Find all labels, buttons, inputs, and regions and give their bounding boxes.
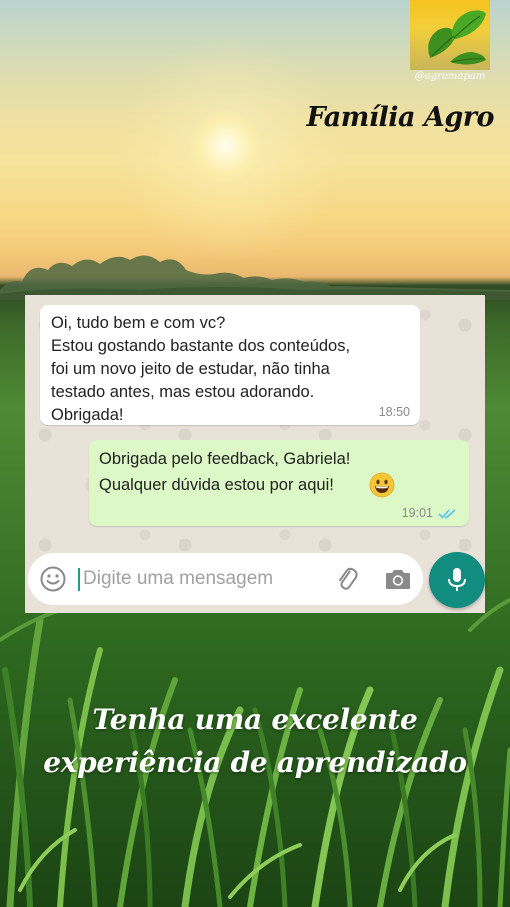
logo-handle: @agromapam: [414, 71, 486, 82]
outgoing-message: Obrigada pelo feedback, Gabriela! Qualqu…: [89, 440, 469, 526]
incoming-message-time: 18:50: [378, 405, 410, 419]
brand-title: Família Agro: [306, 102, 495, 133]
grinning-face-emoji-icon: [369, 472, 395, 498]
paperclip-icon[interactable]: [333, 565, 361, 593]
outgoing-message-meta: 19:01: [402, 506, 457, 520]
tagline: Tenha uma excelente experiência de apren…: [0, 698, 510, 784]
incoming-message: Oi, tudo bem e com vc? Estou gostando ba…: [40, 305, 420, 425]
double-check-icon: [438, 508, 456, 519]
text-caret: [78, 568, 80, 591]
incoming-message-text: Oi, tudo bem e com vc? Estou gostando ba…: [51, 314, 351, 424]
smile-icon[interactable]: [39, 565, 67, 593]
outgoing-message-time: 19:01: [401, 506, 433, 520]
tagline-line-2: experiência de aprendizado: [43, 746, 467, 779]
tagline-line-1: Tenha uma excelente: [92, 703, 418, 736]
logo-background: [410, 0, 490, 70]
outgoing-message-text: Obrigada pelo feedback, Gabriela! Qualqu…: [99, 450, 351, 494]
brand-logo: @agromapam: [410, 0, 490, 88]
message-input[interactable]: [81, 563, 323, 595]
camera-icon[interactable]: [384, 566, 412, 592]
microphone-button[interactable]: [429, 552, 485, 608]
microphone-icon: [448, 568, 466, 591]
leaf-logo-icon: [428, 10, 486, 65]
message-composer: [28, 553, 423, 605]
chat-window: Oi, tudo bem e com vc? Estou gostando ba…: [25, 295, 485, 613]
sun: [190, 110, 262, 182]
